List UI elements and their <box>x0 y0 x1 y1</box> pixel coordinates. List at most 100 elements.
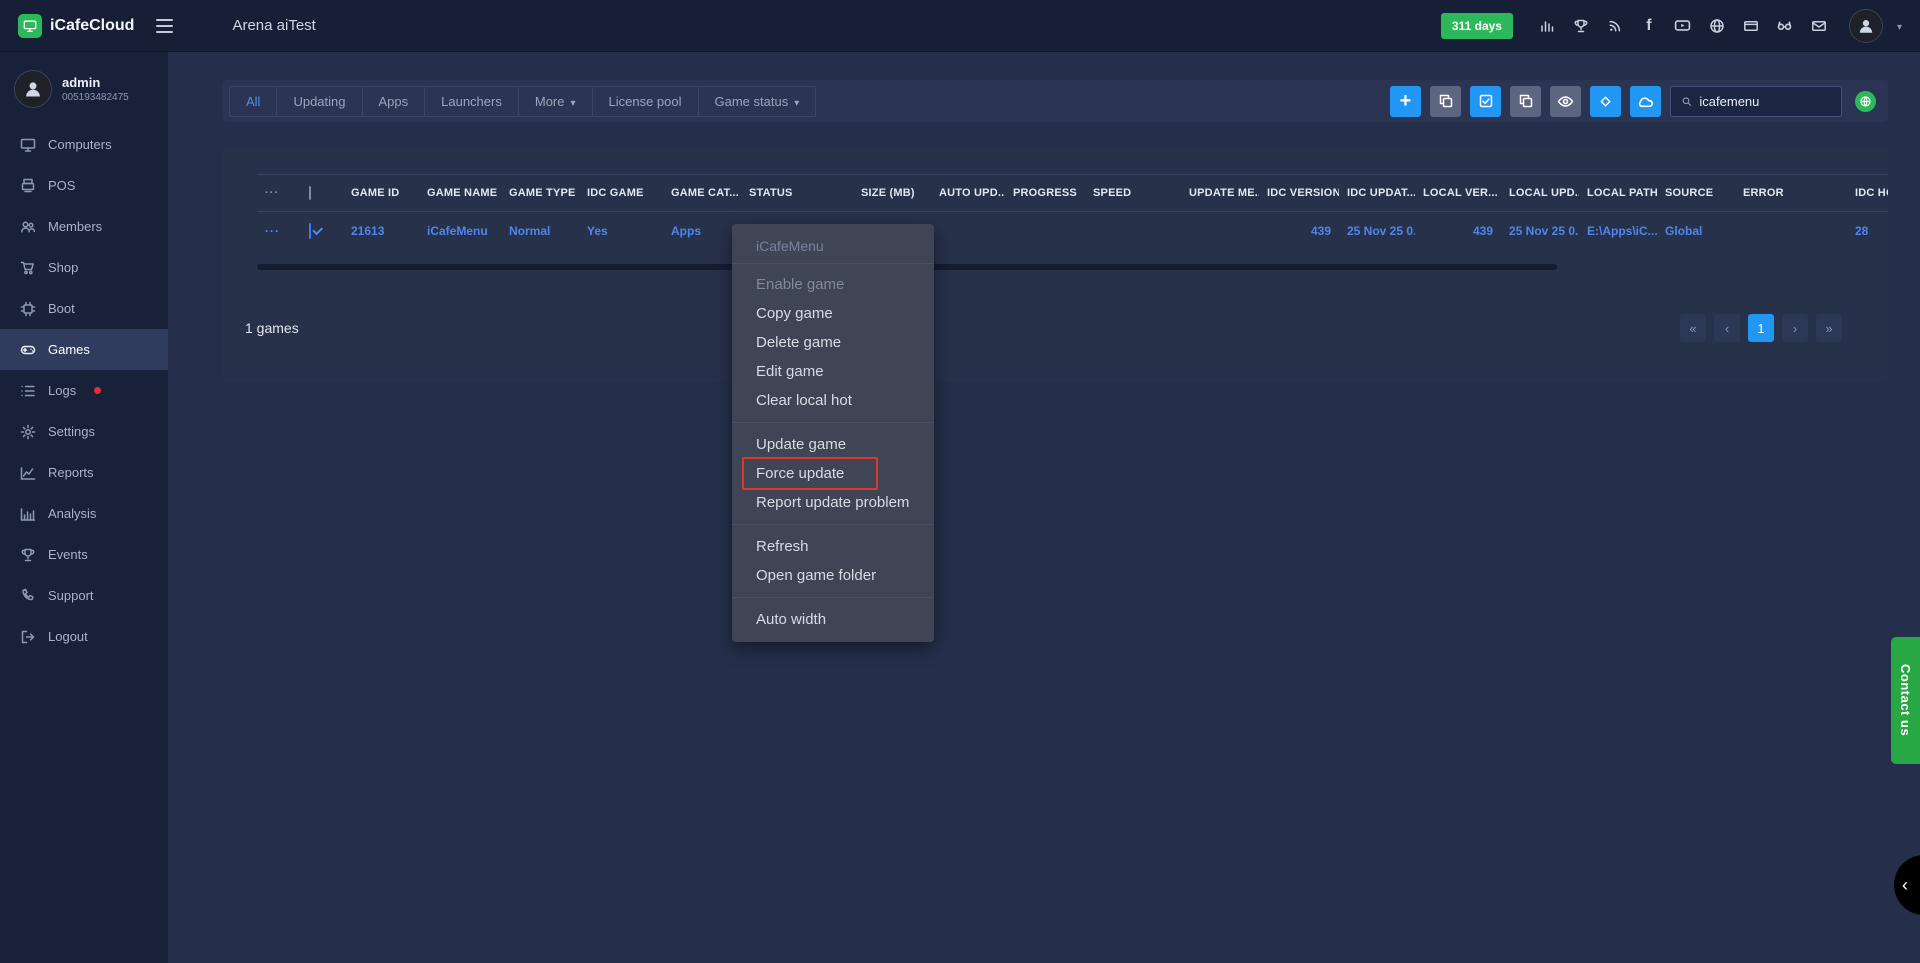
sidebar-item-logout[interactable]: Logout <box>0 616 168 657</box>
sidebar-item-computers[interactable]: Computers <box>0 124 168 165</box>
sidebar-user-block: admin 005193482475 <box>0 52 168 124</box>
column-header-game-id[interactable]: GAME ID <box>343 175 419 212</box>
tab-game-status-dropdown[interactable]: Game status <box>698 86 817 117</box>
pagination-first[interactable]: « <box>1680 314 1706 342</box>
column-header-game-cat[interactable]: GAME CAT... <box>663 175 741 212</box>
column-header-progress[interactable]: PROGRESS <box>1005 175 1085 212</box>
sidebar-item-logs[interactable]: Logs <box>0 370 168 411</box>
add-game-button[interactable]: + <box>1390 86 1421 117</box>
pagination-next[interactable]: › <box>1782 314 1808 342</box>
contact-us-button[interactable]: Contact us <box>1891 637 1920 764</box>
column-header-speed[interactable]: SPEED <box>1085 175 1181 212</box>
steam-button[interactable] <box>1590 86 1621 117</box>
preview-button[interactable] <box>1550 86 1581 117</box>
table-row[interactable]: ··· 21613 iCafeMenu Normal Yes Apps 439 … <box>257 212 1888 251</box>
tab-license-pool[interactable]: License pool <box>592 86 699 117</box>
globe-icon[interactable] <box>1707 16 1727 36</box>
menu-item-refresh[interactable]: Refresh <box>732 532 934 561</box>
monitor-icon <box>20 137 36 153</box>
sidebar-item-pos[interactable]: POS <box>0 165 168 206</box>
menu-item-edit-game[interactable]: Edit game <box>732 357 934 386</box>
bar-chart-icon <box>20 506 36 522</box>
pagination-page-1[interactable]: 1 <box>1748 314 1774 342</box>
actions-icon: ··· <box>265 187 279 199</box>
phone-icon <box>20 588 36 604</box>
glasses-icon[interactable] <box>1775 16 1795 36</box>
column-header-idc-ho[interactable]: IDC HO... <box>1847 175 1888 212</box>
sidebar-item-settings[interactable]: Settings <box>0 411 168 452</box>
facebook-icon[interactable] <box>1639 16 1659 36</box>
menu-item-update-game[interactable]: Update game <box>732 430 934 459</box>
sidebar-item-support[interactable]: Support <box>0 575 168 616</box>
copy-button[interactable] <box>1430 86 1461 117</box>
column-header-game-name[interactable]: GAME NAME <box>419 175 501 212</box>
hamburger-menu-icon[interactable] <box>156 11 186 41</box>
cell-auto-upd <box>931 212 1005 251</box>
column-header-local-upd[interactable]: LOCAL UPD... <box>1501 175 1579 212</box>
stats-icon[interactable] <box>1537 16 1557 36</box>
column-actions[interactable]: ··· <box>257 175 301 212</box>
games-count: 1 games <box>245 320 299 336</box>
cell-game-type: Normal <box>501 212 579 251</box>
sidebar-item-events[interactable]: Events <box>0 534 168 575</box>
duplicate-button[interactable] <box>1510 86 1541 117</box>
checkbox-icon <box>1478 93 1494 109</box>
column-header-local-ver[interactable]: LOCAL VER... <box>1415 175 1501 212</box>
sidebar-item-members[interactable]: Members <box>0 206 168 247</box>
select-all-checkbox[interactable] <box>309 186 311 200</box>
rss-icon[interactable] <box>1605 16 1625 36</box>
menu-item-open-game-folder[interactable]: Open game folder <box>732 561 934 590</box>
sidebar-item-analysis[interactable]: Analysis <box>0 493 168 534</box>
menu-item-delete-game[interactable]: Delete game <box>732 328 934 357</box>
sidebar-item-shop[interactable]: Shop <box>0 247 168 288</box>
sidebar-item-boot[interactable]: Boot <box>0 288 168 329</box>
sidebar-item-reports[interactable]: Reports <box>0 452 168 493</box>
sidebar-item-games[interactable]: Games <box>0 329 168 370</box>
column-header-idc-updat[interactable]: IDC UPDAT... <box>1339 175 1415 212</box>
cell-error <box>1735 212 1847 251</box>
pagination-last[interactable]: » <box>1816 314 1842 342</box>
column-header-error[interactable]: ERROR <box>1735 175 1847 212</box>
tab-apps[interactable]: Apps <box>362 86 426 117</box>
tab-updating[interactable]: Updating <box>276 86 362 117</box>
pagination-prev[interactable]: ‹ <box>1714 314 1740 342</box>
column-header-auto-upd[interactable]: AUTO UPD... <box>931 175 1005 212</box>
card-icon[interactable] <box>1741 16 1761 36</box>
menu-item-auto-width[interactable]: Auto width <box>732 605 934 634</box>
games-toolbar: + <box>1390 86 1876 117</box>
column-header-update-me[interactable]: UPDATE ME... <box>1181 175 1259 212</box>
row-checkbox[interactable] <box>309 223 311 239</box>
diamond-icon <box>1598 94 1613 109</box>
menu-item-force-update[interactable]: Force update <box>732 459 934 488</box>
sidebar-item-label: Computers <box>48 137 112 152</box>
chevron-down-icon[interactable] <box>1897 17 1902 35</box>
menu-item-clear-local-hot[interactable]: Clear local hot <box>732 386 934 415</box>
tab-launchers[interactable]: Launchers <box>424 86 519 117</box>
menu-item-copy-game[interactable]: Copy game <box>732 299 934 328</box>
menu-item-report-update-problem[interactable]: Report update problem <box>732 488 934 517</box>
topbar: iCafeCloud Arena aiTest 311 days <box>0 0 1920 52</box>
sidebar-item-label: Events <box>48 547 88 562</box>
column-header-size[interactable]: SIZE (MB) <box>853 175 931 212</box>
column-header-source[interactable]: SOURCE <box>1657 175 1735 212</box>
trophy-icon[interactable] <box>1571 16 1591 36</box>
column-header-idc-game[interactable]: IDC GAME <box>579 175 663 212</box>
row-actions-icon[interactable]: ··· <box>265 224 280 238</box>
column-header-status[interactable]: STATUS <box>741 175 853 212</box>
brand-logo[interactable]: iCafeCloud <box>18 14 134 38</box>
column-header-idc-version[interactable]: IDC VERSION <box>1259 175 1339 212</box>
globe-green-icon[interactable] <box>1855 91 1876 112</box>
search-input[interactable] <box>1699 94 1831 109</box>
column-header-game-type[interactable]: GAME TYPE <box>501 175 579 212</box>
user-avatar[interactable] <box>1849 9 1883 43</box>
license-days-badge[interactable]: 311 days <box>1441 13 1513 39</box>
mail-icon[interactable] <box>1809 16 1829 36</box>
tab-all[interactable]: All <box>229 86 277 117</box>
tab-more-dropdown[interactable]: More <box>518 86 593 117</box>
sidebar-item-label: Shop <box>48 260 78 275</box>
column-header-local-path[interactable]: LOCAL PATH <box>1579 175 1657 212</box>
cloud-upload-button[interactable] <box>1630 86 1661 117</box>
select-all-button[interactable] <box>1470 86 1501 117</box>
column-select[interactable] <box>301 175 343 212</box>
youtube-icon[interactable] <box>1673 16 1693 36</box>
